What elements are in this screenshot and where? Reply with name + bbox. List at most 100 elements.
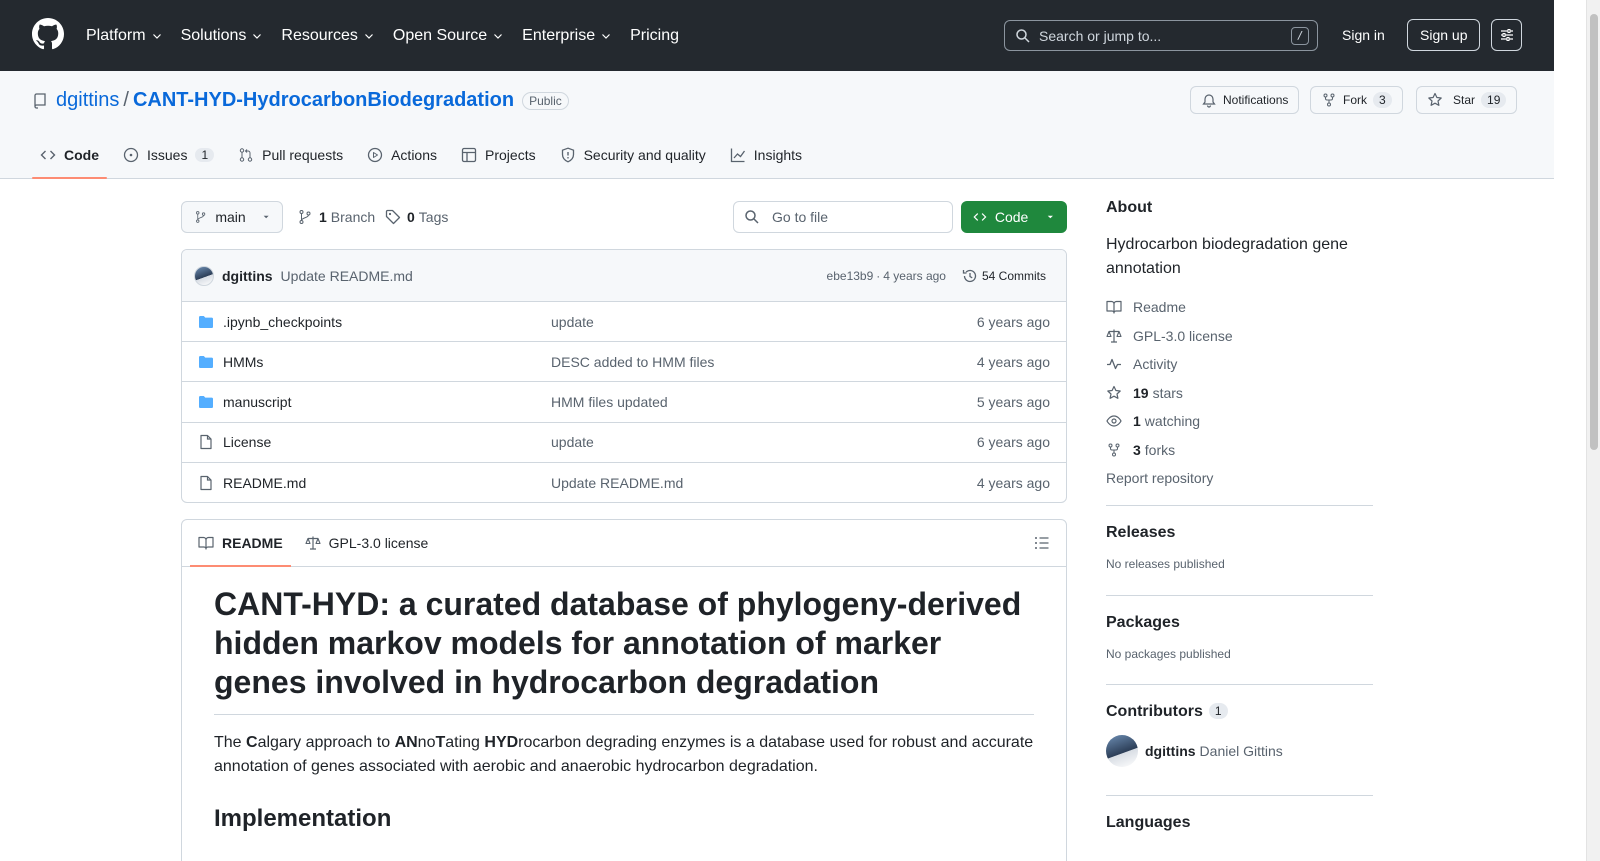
issues-count: 1 <box>195 148 215 162</box>
repo-sidebar: About Hydrocarbon biodegradation gene an… <box>1106 199 1373 832</box>
readme-panel: README GPL-3.0 license CANT-HYD: a curat… <box>181 519 1067 861</box>
star-label: Star <box>1453 93 1476 107</box>
nav-pricing[interactable]: Pricing <box>630 27 679 45</box>
file-commit-date: 5 years ago <box>976 393 1050 410</box>
latest-commit-bar: dgittins Update README.md ebe13b9 · 4 ye… <box>182 250 1066 302</box>
github-logo-icon[interactable] <box>32 18 64 50</box>
avatar[interactable] <box>194 265 214 286</box>
scrollbar-thumb[interactable] <box>1590 14 1598 450</box>
file-commit-message[interactable]: DESC added to HMM files <box>551 354 714 370</box>
nav-solutions[interactable]: Solutions <box>181 27 264 45</box>
tab-readme[interactable]: README <box>190 520 291 567</box>
file-name-link[interactable]: manuscript <box>223 394 291 410</box>
tab-projects[interactable]: Projects <box>453 133 544 177</box>
star-count: 19 <box>1481 92 1507 108</box>
nav-enterprise[interactable]: Enterprise <box>522 27 612 45</box>
tab-license[interactable]: GPL-3.0 license <box>297 520 437 567</box>
bell-icon <box>1202 94 1216 108</box>
repository-header: dgittins / CANT-HYD-HydrocarbonBiodegrad… <box>0 71 1554 179</box>
repo-owner-link[interactable]: dgittins <box>56 89 119 112</box>
nav-open-source[interactable]: Open Source <box>393 27 504 45</box>
tags-link[interactable]: 0 Tags <box>385 209 448 225</box>
file-commit-message[interactable]: HMM files updated <box>551 394 668 410</box>
issue-opened-icon <box>123 147 139 163</box>
tab-label: Issues <box>147 147 188 163</box>
file-name-link[interactable]: .ipynb_checkpoints <box>223 314 342 330</box>
sign-up-button[interactable]: Sign up <box>1407 19 1481 51</box>
watchers-link[interactable]: 1 watching <box>1106 407 1373 436</box>
readme-link[interactable]: Readme <box>1106 293 1373 322</box>
list-unordered-icon[interactable] <box>1034 535 1050 551</box>
law-icon <box>305 536 321 550</box>
table-row[interactable]: License update 6 years ago <box>182 423 1066 463</box>
tab-security[interactable]: Security and quality <box>552 133 714 177</box>
stars-count: 19 <box>1133 384 1149 401</box>
chevron-down-icon <box>364 33 373 39</box>
table-row[interactable]: manuscript HMM files updated 5 years ago <box>182 382 1066 423</box>
avatar[interactable] <box>1106 734 1138 767</box>
sign-in-link[interactable]: Sign in <box>1330 19 1397 51</box>
branches-link[interactable]: 1 Branch <box>297 209 375 225</box>
star-icon <box>1428 92 1442 106</box>
branches-label: Branch <box>330 209 376 225</box>
file-commit-message[interactable]: update <box>551 314 594 330</box>
table-row[interactable]: README.md Update README.md 4 years ago <box>182 463 1066 502</box>
menu-button[interactable] <box>1491 19 1522 51</box>
intro-bold: C <box>246 734 258 751</box>
commits-count-label: 54 Commits <box>981 269 1046 283</box>
nav-label: Pricing <box>630 26 679 44</box>
commit-message-link[interactable]: Update README.md <box>281 268 413 284</box>
contributor-item[interactable]: dgittins Daniel Gittins <box>1106 734 1373 767</box>
search-shortcut-hint: / <box>1291 27 1309 45</box>
file-commit-message[interactable]: update <box>551 434 594 450</box>
stars-label: stars <box>1152 384 1183 401</box>
table-row[interactable]: HMMs DESC added to HMM files 4 years ago <box>182 342 1066 383</box>
commit-hash-link[interactable]: ebe13b9 <box>827 269 874 283</box>
file-commit-message[interactable]: Update README.md <box>551 475 683 491</box>
contributor-login[interactable]: dgittins <box>1145 743 1196 759</box>
license-link[interactable]: GPL-3.0 license <box>1106 322 1373 351</box>
releases-heading[interactable]: Releases <box>1106 524 1373 542</box>
file-name-link[interactable]: License <box>223 434 271 450</box>
branch-select-button[interactable]: main <box>181 201 283 233</box>
star-button[interactable]: Star 19 <box>1416 86 1518 114</box>
go-to-file-input[interactable]: Go to file <box>733 201 953 233</box>
packages-heading[interactable]: Packages <box>1106 614 1373 632</box>
languages-section: Languages <box>1106 794 1373 832</box>
tab-insights[interactable]: Insights <box>722 133 810 177</box>
file-name-link[interactable]: README.md <box>223 475 306 491</box>
branch-name: main <box>215 209 246 225</box>
languages-heading: Languages <box>1106 813 1191 831</box>
nav-platform[interactable]: Platform <box>86 27 163 45</box>
search-icon <box>745 210 759 224</box>
contributors-heading[interactable]: Contributors 1 <box>1106 703 1373 721</box>
file-name-link[interactable]: HMMs <box>223 354 263 370</box>
tab-issues[interactable]: Issues 1 <box>115 133 222 177</box>
activity-link[interactable]: Activity <box>1106 350 1373 379</box>
stars-link[interactable]: 19 stars <box>1106 379 1373 408</box>
tab-actions[interactable]: Actions <box>359 133 445 177</box>
nav-resources[interactable]: Resources <box>281 27 374 45</box>
about-heading: About <box>1106 199 1153 216</box>
repo-title: dgittins / CANT-HYD-HydrocarbonBiodegrad… <box>32 89 569 112</box>
repo-name-link[interactable]: CANT-HYD-HydrocarbonBiodegradation <box>133 89 514 112</box>
watching-label: watching <box>1144 413 1201 430</box>
chevron-down-icon <box>253 33 262 39</box>
code-dropdown-button[interactable]: Code <box>961 201 1067 233</box>
file-icon <box>200 475 212 490</box>
repo-forked-icon <box>1323 93 1335 107</box>
fork-button[interactable]: Fork 3 <box>1310 86 1403 114</box>
file-icon <box>200 435 212 450</box>
commit-author-link[interactable]: dgittins <box>222 268 273 284</box>
search-input[interactable]: Search or jump to... / <box>1004 20 1318 51</box>
branches-count: 1 <box>319 209 327 225</box>
tab-code[interactable]: Code <box>32 133 107 179</box>
forks-link[interactable]: 3 forks <box>1106 436 1373 465</box>
commits-history-link[interactable]: 54 Commits <box>962 268 1046 284</box>
page-scrollbar[interactable] <box>1586 0 1600 861</box>
git-pull-request-icon <box>239 148 253 162</box>
report-repository-link[interactable]: Report repository <box>1106 464 1373 493</box>
table-row[interactable]: .ipynb_checkpoints update 6 years ago <box>182 302 1066 343</box>
tab-pull-requests[interactable]: Pull requests <box>230 133 351 177</box>
notifications-button[interactable]: Notifications <box>1190 86 1300 114</box>
